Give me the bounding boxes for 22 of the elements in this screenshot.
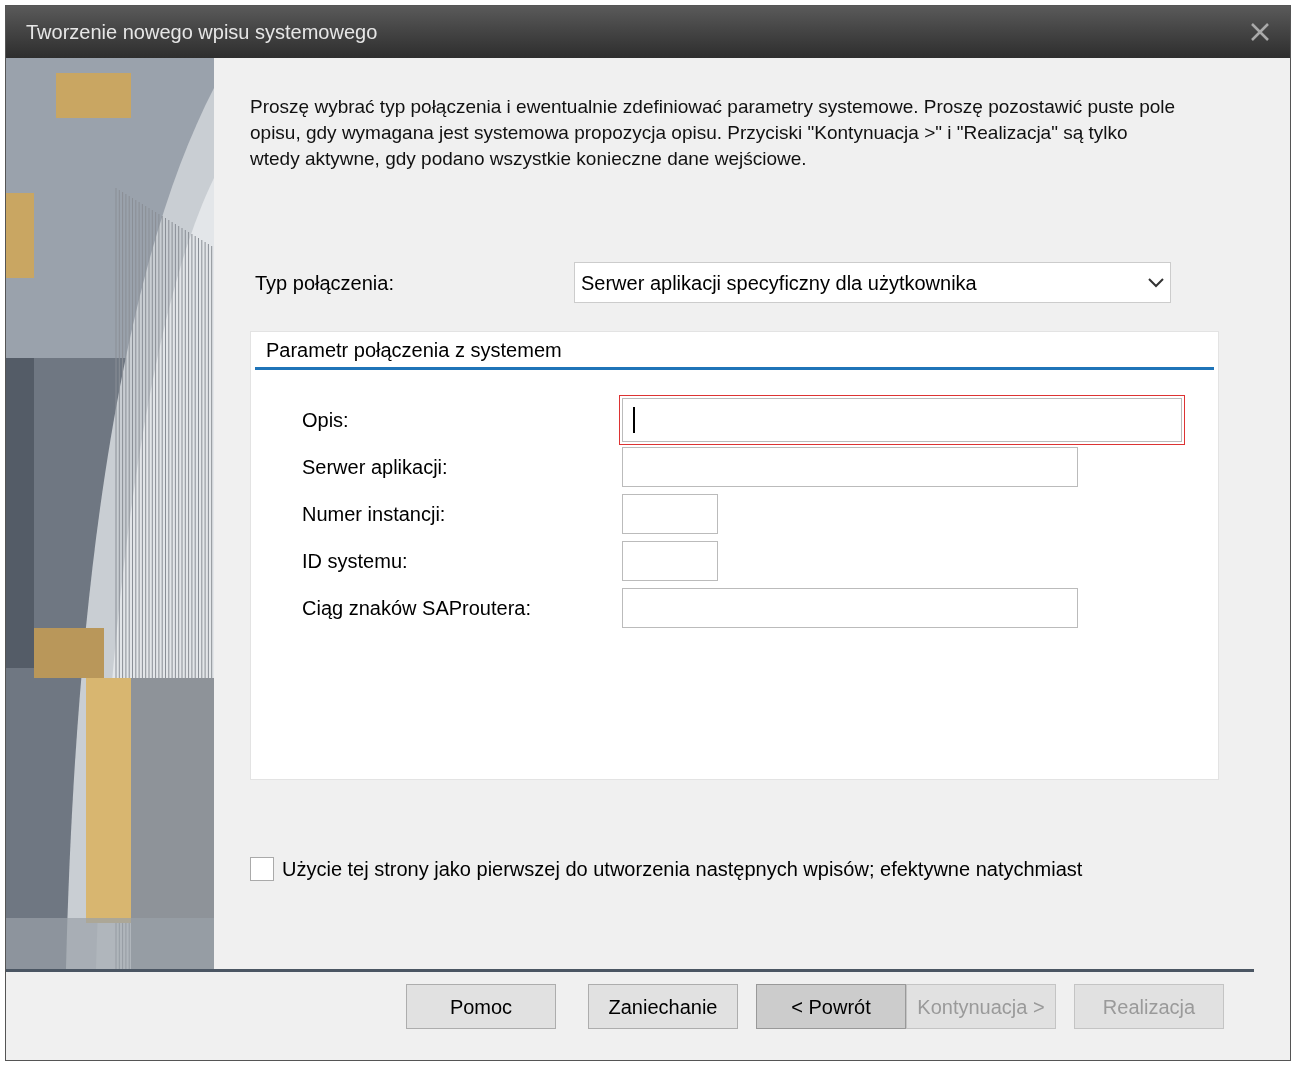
text-field[interactable] <box>622 494 718 534</box>
field-label: Ciąg znaków SAProutera: <box>302 596 532 621</box>
field-label: ID systemu: <box>302 549 409 574</box>
text-field[interactable] <box>622 398 1182 442</box>
intro-text: Proszę wybrać typ połączenia i ewentualnie zdefiniować parametry systemowe. Proszę pozostawić puste pole opisu, gdy wymagana jest systemowa propozycja opisu. Przyciski "Kontynuacja >" i "Realizacja" są tylko wtedy aktywne, gdy podano wszystkie konieczne dane wejściowe. <box>250 95 1177 171</box>
chevron-down-icon <box>1148 277 1164 288</box>
connection-type-label: Typ połączenia: <box>254 270 395 296</box>
text-field[interactable] <box>622 541 718 581</box>
field-label: Serwer aplikacji: <box>302 455 449 480</box>
checkbox-label: Użycie tej strony jako pierwszej do utworzenia następnych wpisów; efektywne natychmiast <box>282 857 1083 882</box>
text-field[interactable] <box>622 447 1078 487</box>
dialog-button[interactable]: Zaniechanie <box>588 984 738 1029</box>
dialog-button[interactable]: Pomoc <box>406 984 556 1029</box>
group-title: Parametr połączenia z systemem <box>265 338 563 363</box>
text-field[interactable] <box>622 588 1078 628</box>
checkbox[interactable] <box>250 857 274 881</box>
field-label: Numer instancji: <box>302 502 447 527</box>
connection-type-dropdown[interactable]: Serwer aplikacji specyficzny dla użytkownika <box>574 262 1171 303</box>
window-title: Tworzenie nowego wpisu systemowego <box>26 20 378 45</box>
field-label: Opis: <box>302 408 350 433</box>
dialog-button[interactable]: < Powrót <box>756 984 906 1029</box>
close-icon[interactable] <box>1250 22 1270 42</box>
